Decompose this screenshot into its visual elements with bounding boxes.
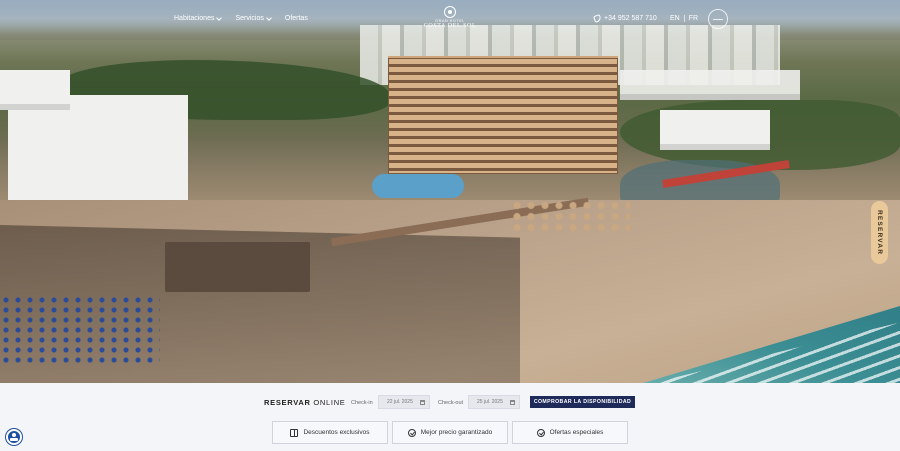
booking-title-light: ONLINE (313, 398, 346, 407)
hero-umbrellas (510, 200, 630, 232)
lang-en[interactable]: EN (670, 15, 680, 22)
reservar-side-tab[interactable]: RESERVAR (871, 201, 888, 264)
perk-best-price[interactable]: Mejor precio garantizado (392, 421, 508, 444)
checkin-field[interactable]: 22 jul. 2025 (378, 395, 430, 409)
booking-bar: RESERVAR ONLINE Check-in 22 jul. 2025 Ch… (0, 383, 900, 451)
check-circle-icon (407, 428, 416, 437)
calendar-icon (420, 399, 425, 405)
hero-loungers (0, 295, 160, 365)
gift-icon (290, 428, 299, 437)
logo-big-text: COSTA DEL SOL (423, 23, 477, 29)
phone-icon (593, 14, 602, 23)
accessibility-icon[interactable] (6, 429, 22, 445)
nav-item-ofertas[interactable]: Ofertas (285, 15, 308, 22)
lang-divider (683, 15, 685, 22)
checkout-field[interactable]: 25 jul. 2025 (468, 395, 520, 409)
nav-item-habitaciones[interactable]: Habitaciones (174, 14, 223, 22)
check-availability-button[interactable]: COMPROBAR LA DISPONIBILIDAD (530, 396, 635, 408)
chevron-down-icon (216, 14, 223, 21)
booking-title-bold: RESERVAR (264, 398, 311, 407)
logo-emblem-icon (444, 6, 456, 18)
award-badge-icon (708, 9, 728, 29)
hero-building-white (660, 110, 770, 150)
nav-item-label: Servicios (235, 15, 264, 22)
nav-links: Habitaciones Servicios Ofertas (174, 14, 308, 22)
side-tab-label: RESERVAR (876, 209, 883, 256)
hero-pool (372, 174, 464, 198)
chevron-down-icon (266, 14, 272, 21)
perk-label: Mejor precio garantizado (420, 429, 493, 436)
checkout-value: 25 jul. 2025 (477, 399, 503, 405)
hero-building-white (620, 70, 800, 100)
perk-special-offers[interactable]: Ofertas especiales (512, 421, 628, 444)
checkout-label: Check-out (438, 400, 464, 406)
calendar-icon (510, 399, 515, 405)
hero-hotel-building (388, 58, 618, 174)
perk-label: Ofertas especiales (549, 429, 604, 436)
check-circle-icon (536, 428, 545, 437)
perk-label: Descuentos exclusivos (303, 429, 370, 436)
booking-title: RESERVAR ONLINE (264, 398, 346, 407)
checkin-value: 22 jul. 2025 (387, 399, 413, 405)
phone-number: +34 952 587 710 (604, 15, 657, 22)
language-switcher: EN FR (670, 15, 698, 22)
top-nav: Habitaciones Servicios Ofertas GRAN HOTE… (0, 0, 900, 40)
perk-discounts[interactable]: Descuentos exclusivos (272, 421, 388, 444)
nav-item-label: Habitaciones (174, 15, 215, 22)
hero-building-white (0, 70, 70, 110)
phone-link[interactable]: +34 952 587 710 (593, 14, 657, 23)
checkin-label: Check-in (351, 400, 373, 406)
hero-image (0, 0, 900, 383)
nav-item-label: Ofertas (284, 15, 308, 22)
lang-fr[interactable]: FR (689, 15, 698, 22)
perks-row: Descuentos exclusivos Mejor precio garan… (272, 421, 628, 444)
hotel-logo[interactable]: GRAN HOTEL COSTA DEL SOL (420, 6, 480, 29)
nav-item-servicios[interactable]: Servicios (235, 14, 272, 22)
hero-beach-club (165, 242, 310, 292)
